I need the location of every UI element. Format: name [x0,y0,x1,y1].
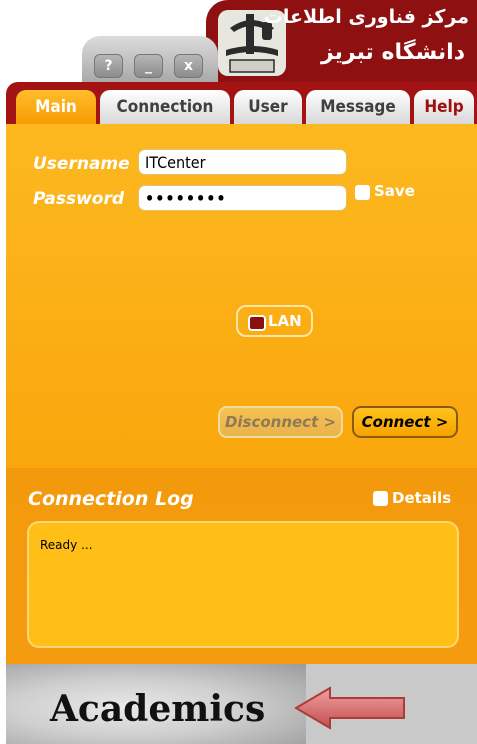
left-arrow-icon [294,686,405,730]
tab-message[interactable]: Message [306,90,410,124]
tab-bar: Main Connection User Message Help [6,82,477,126]
tab-connection[interactable]: Connection [100,90,230,124]
details-label: Details [392,489,452,507]
lan-label: LAN [268,312,302,330]
window-controls: ? _ x [82,36,218,82]
connection-log-title: Connection Log [28,488,194,510]
connection-log-text: Ready ... [40,538,93,552]
tab-user[interactable]: User [234,90,302,124]
footer-title: Academics [50,688,266,730]
lan-button[interactable]: LAN [236,305,313,337]
disconnect-button[interactable]: Disconnect > [218,406,343,438]
save-label: Save [374,182,415,200]
password-label: Password [33,189,125,209]
header-title-line1: مرکز فناوری اطلاعات [263,6,469,28]
save-checkbox[interactable] [355,185,370,200]
help-window-button[interactable]: ? [94,54,123,78]
username-input[interactable]: ITCenter [138,149,347,175]
lan-indicator-icon [248,315,266,331]
tab-help[interactable]: Help [414,90,474,124]
tab-main[interactable]: Main [16,90,96,126]
password-input[interactable]: •••••••• [138,185,347,211]
minimize-button[interactable]: _ [134,54,163,78]
connect-button[interactable]: Connect > [352,406,458,438]
header-title-line2: دانشگاه تبریز [320,40,465,65]
details-checkbox[interactable] [373,491,388,506]
username-label: Username [33,154,130,174]
close-button[interactable]: x [174,54,203,78]
